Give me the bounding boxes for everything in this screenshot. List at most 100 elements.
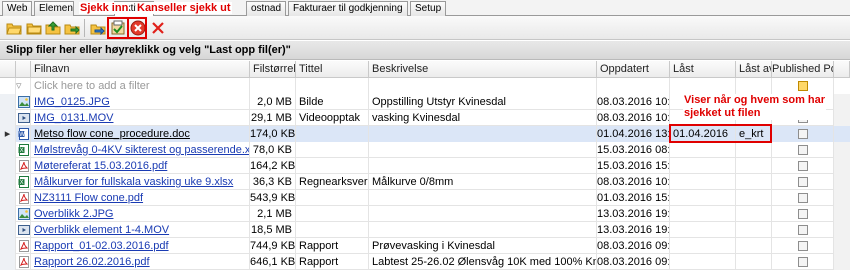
filter-size-cell[interactable] — [250, 78, 296, 94]
filename-cell: Møtereferat 15.03.2016.pdf — [31, 158, 250, 174]
table-row[interactable]: Møtereferat 15.03.2016.pdf 164,2 KB 15.03.… — [0, 158, 850, 174]
filter-published-cell[interactable] — [772, 78, 834, 94]
folder-icon[interactable] — [25, 19, 43, 37]
scrollbar-track[interactable] — [834, 222, 850, 238]
scrollbar-track[interactable] — [834, 158, 850, 174]
send-icon[interactable] — [89, 19, 107, 37]
row-indicator[interactable] — [0, 142, 16, 158]
table-row[interactable]: Rapport_01-02.03.2016.pdf 744,9 KB Rapport… — [0, 238, 850, 254]
row-indicator[interactable] — [0, 190, 16, 206]
row-indicator[interactable] — [0, 158, 16, 174]
tab-setup[interactable]: Setup — [410, 1, 446, 16]
filter-symbol-icon: ▿ — [16, 78, 31, 94]
column-header-locked-by[interactable]: Låst av — [736, 61, 772, 78]
title-cell — [296, 222, 369, 238]
title-cell — [296, 158, 369, 174]
filename-link[interactable]: Rapport 26.02.2016.pdf — [34, 256, 150, 268]
tab-web[interactable]: Web — [2, 1, 32, 16]
filename-link[interactable]: Mølstrevåg 0-4KV sikterest og passerende… — [34, 144, 249, 156]
published-checkbox[interactable] — [797, 193, 808, 203]
filename-link[interactable]: Møtereferat 15.03.2016.pdf — [34, 160, 167, 172]
upload-icon[interactable] — [44, 19, 62, 37]
column-header-title[interactable]: Tittel — [296, 61, 369, 78]
row-indicator[interactable] — [0, 110, 16, 126]
row-indicator[interactable] — [0, 206, 16, 222]
scrollbar-track[interactable] — [834, 126, 850, 142]
table-row[interactable]: X Mølstrevåg 0-4KV sikterest og passerend… — [0, 142, 850, 158]
filename-link[interactable]: NZ3111 Flow cone.pdf — [34, 192, 143, 204]
filter-date-cell[interactable] — [597, 78, 670, 94]
row-indicator[interactable] — [0, 174, 16, 190]
check-in-callout: Sjekk inn — [79, 2, 130, 14]
tab-kostnad[interactable]: ostnad — [246, 1, 286, 16]
row-indicator[interactable] — [0, 238, 16, 254]
filename-link[interactable]: Målkurver for fullskala vasking uke 9.xl… — [34, 176, 233, 188]
table-row[interactable]: Overblikk element 1-4.MOV 18,5 MB 13.03.20… — [0, 222, 850, 238]
scrollbar-top[interactable] — [834, 61, 850, 78]
video-file-icon — [16, 110, 31, 126]
published-checkbox[interactable] — [797, 257, 808, 267]
tab-elementer[interactable]: Elemen — [34, 1, 74, 16]
published-checkbox[interactable] — [797, 241, 808, 251]
filter-desc-cell[interactable] — [369, 78, 597, 94]
cancel-checkout-icon[interactable] — [129, 19, 147, 37]
published-checkbox[interactable] — [797, 225, 808, 235]
filename-link[interactable]: IMG_0131.MOV — [34, 112, 113, 124]
table-row[interactable]: NZ3111 Flow cone.pdf 543,9 KB 01.03.2016 1… — [0, 190, 850, 206]
scrollbar-track[interactable] — [834, 238, 850, 254]
table-row[interactable]: Overblikk 2.JPG 2,1 MB 13.03.2016 19:21 — [0, 206, 850, 222]
filesize-cell: 744,9 KB — [250, 238, 296, 254]
description-cell: Labtest 25-26.02 Ølensvåg 10K med 100% K… — [369, 254, 597, 270]
scrollbar-track[interactable] — [834, 190, 850, 206]
scrollbar-track[interactable] — [834, 174, 850, 190]
scrollbar-track[interactable] — [834, 254, 850, 270]
title-cell — [296, 126, 369, 142]
filename-link[interactable]: Overblikk 2.JPG — [34, 208, 113, 220]
published-checkbox[interactable] — [797, 161, 808, 171]
row-indicator[interactable] — [0, 94, 16, 110]
column-header-locked[interactable]: Låst — [670, 61, 736, 78]
row-indicator[interactable] — [0, 222, 16, 238]
updated-cell: 13.03.2016 19:21 — [597, 206, 670, 222]
delete-icon[interactable] — [149, 19, 167, 37]
open-folder-icon[interactable] — [5, 19, 23, 37]
column-header-updated[interactable]: Oppdatert — [597, 61, 670, 78]
row-indicator[interactable] — [0, 254, 16, 270]
table-row[interactable]: ▸ W Metso flow cone_procedure.doc 174,0 KB 0… — [0, 126, 850, 142]
filename-link[interactable]: Metso flow cone_procedure.doc — [34, 128, 190, 140]
filter-icon[interactable] — [797, 81, 808, 91]
scrollbar-track[interactable] — [834, 142, 850, 158]
filter-input[interactable]: Click here to add a filter — [31, 78, 250, 94]
description-cell: vasking Kvinesdal — [369, 110, 597, 126]
drop-hint[interactable]: Slipp filer her eller høyreklikk og velg… — [0, 41, 850, 60]
row-indicator[interactable]: ▸ — [0, 126, 16, 142]
filename-cell: IMG_0131.MOV — [31, 110, 250, 126]
published-checkbox[interactable] — [797, 209, 808, 219]
scrollbar-track[interactable] — [834, 94, 850, 110]
filename-link[interactable]: Rapport_01-02.03.2016.pdf — [34, 240, 169, 252]
filter-locked-cell[interactable] — [670, 78, 736, 94]
published-checkbox[interactable] — [797, 145, 808, 155]
column-header-size[interactable]: Filstørrelse — [250, 61, 296, 78]
lock-info-callout: Viser når og hvem som har sjekket ut fil… — [683, 94, 827, 120]
table-row[interactable]: Rapport 26.02.2016.pdf 646,1 KB Rapport Lab… — [0, 254, 850, 270]
tab-fakturaer[interactable]: Fakturaer til godkjenning — [288, 1, 408, 16]
locked-by-cell: e_krt — [736, 126, 772, 142]
scrollbar-track[interactable] — [834, 78, 850, 94]
export-icon[interactable] — [63, 19, 81, 37]
column-header-description[interactable]: Beskrivelse — [369, 61, 597, 78]
scrollbar-track[interactable] — [834, 206, 850, 222]
check-in-icon[interactable] — [109, 19, 127, 37]
filename-link[interactable]: IMG_0125.JPG — [34, 96, 110, 108]
scrollbar-track[interactable] — [834, 110, 850, 126]
filter-lockby-cell[interactable] — [736, 78, 772, 94]
filename-link[interactable]: Overblikk element 1-4.MOV — [34, 224, 169, 236]
published-checkbox[interactable] — [797, 129, 808, 139]
published-cell — [772, 126, 834, 142]
column-header-published[interactable]: Published Portal — [772, 61, 834, 78]
table-row[interactable]: X Målkurver for fullskala vasking uke 9.x… — [0, 174, 850, 190]
svg-text:X: X — [20, 180, 24, 186]
column-header-filename[interactable]: Filnavn — [31, 61, 250, 78]
filter-title-cell[interactable] — [296, 78, 369, 94]
published-checkbox[interactable] — [797, 177, 808, 187]
